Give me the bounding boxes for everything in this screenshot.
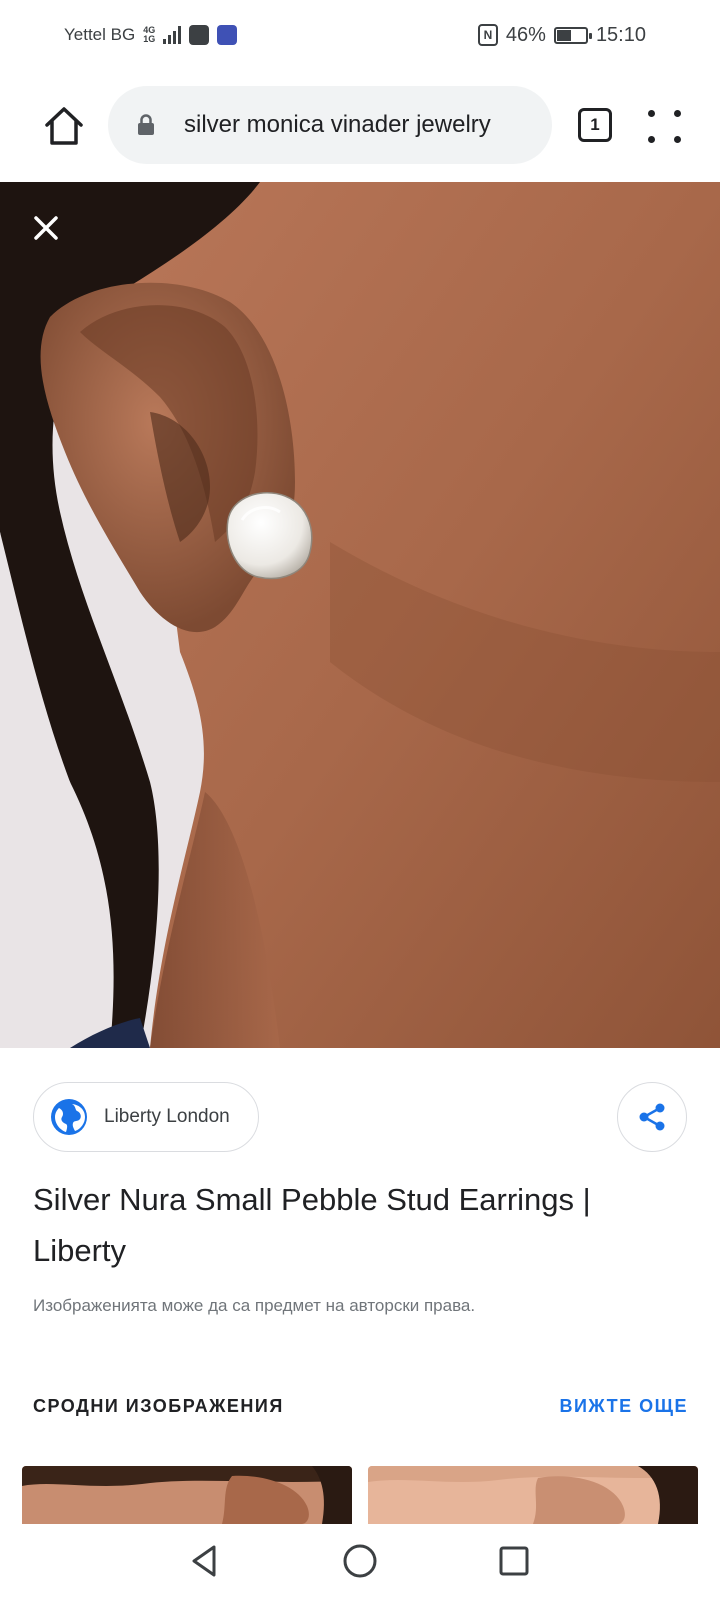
home-icon[interactable]	[42, 104, 86, 148]
copyright-note: Изображенията може да са предмет на авто…	[33, 1296, 476, 1315]
clock: 15:10	[595, 23, 646, 46]
battery-level	[556, 29, 571, 41]
status-right: N 46% 15:10	[477, 23, 646, 47]
shield-app-icon	[217, 25, 238, 45]
signal-icon	[163, 26, 182, 44]
address-bar[interactable]: silver monica vinader jewelry	[108, 86, 552, 164]
source-name: Liberty London	[104, 1106, 230, 1127]
globe-icon	[51, 1099, 87, 1135]
nfc-icon: N	[477, 24, 498, 46]
close-icon[interactable]	[30, 212, 62, 244]
carrier-name: Yettel BG	[64, 25, 136, 44]
home-circle-icon[interactable]	[340, 1541, 380, 1581]
browser-toolbar: silver monica vinader jewelry 1	[0, 84, 720, 164]
see-more-link[interactable]: ВИЖТЕ ОЩЕ	[559, 1396, 688, 1417]
battery-percent: 46%	[505, 23, 546, 46]
status-bar: Yettel BG 4G 1G N 46% 15:10	[0, 0, 720, 70]
recents-icon[interactable]	[494, 1541, 534, 1581]
system-nav-bar	[0, 1524, 720, 1600]
share-icon	[639, 1103, 665, 1131]
back-icon[interactable]	[186, 1541, 226, 1581]
status-left: Yettel BG 4G 1G	[64, 25, 238, 45]
network-type: 4G 1G	[143, 25, 156, 44]
share-button[interactable]	[617, 1082, 687, 1152]
messaging-app-icon	[189, 25, 210, 45]
result-title[interactable]: Silver Nura Small Pebble Stud Earrings |…	[33, 1174, 683, 1276]
tabs-icon[interactable]: 1	[578, 108, 612, 142]
url-text: silver monica vinader jewelry	[184, 111, 491, 138]
related-images-header: СРОДНИ ИЗОБРАЖЕНИЯ ВИЖТЕ ОЩЕ	[33, 1396, 688, 1417]
source-chip[interactable]: Liberty London	[33, 1082, 259, 1152]
menu-dots-icon[interactable]	[648, 106, 688, 146]
battery-icon	[553, 26, 592, 44]
related-images-title: СРОДНИ ИЗОБРАЖЕНИЯ	[33, 1396, 284, 1416]
tab-count-label: 1	[590, 115, 600, 134]
related-image-thumbnail[interactable]	[368, 1466, 698, 1524]
related-image-thumbnail[interactable]	[22, 1466, 352, 1524]
lock-icon	[138, 114, 154, 135]
preview-image[interactable]	[0, 182, 720, 1048]
ear-earring-photo	[0, 182, 720, 1048]
